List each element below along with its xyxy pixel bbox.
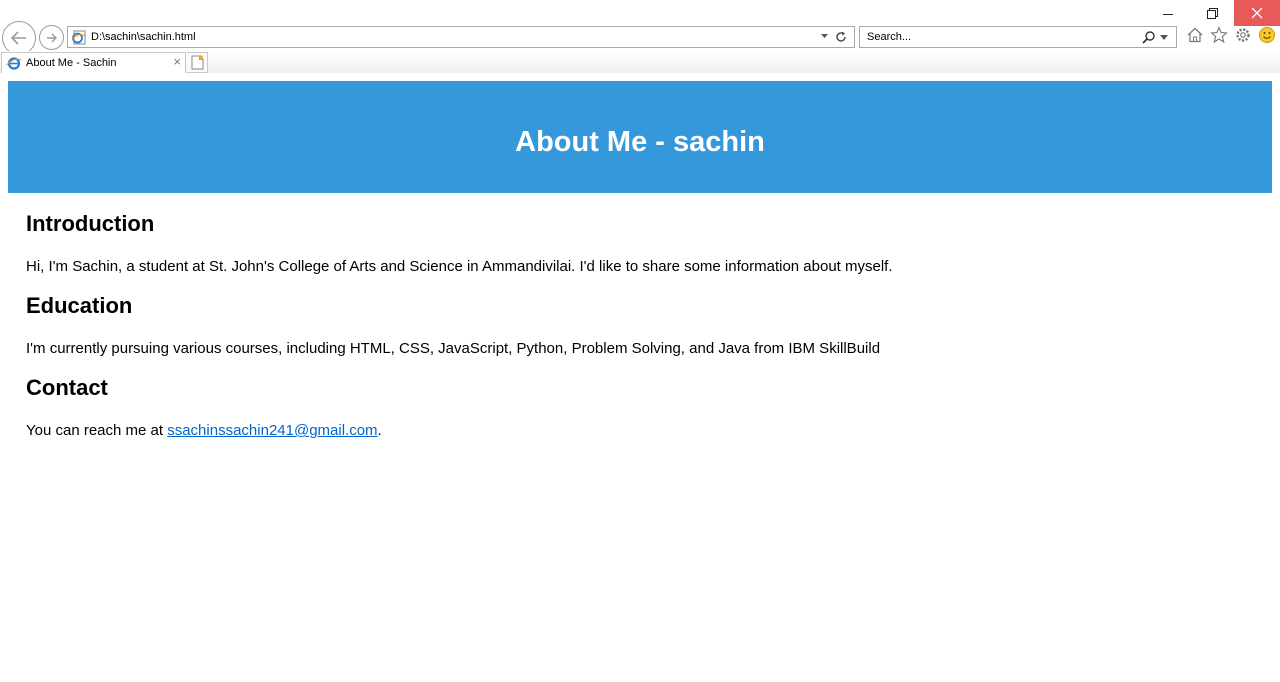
contact-suffix: . xyxy=(377,422,382,439)
home-icon[interactable] xyxy=(1186,26,1204,44)
introduction-heading: Introduction xyxy=(26,211,155,236)
introduction-text: Hi, I'm Sachin, a student at St. John's … xyxy=(26,258,893,275)
contact-section: Contact You can reach me at ssachinssach… xyxy=(26,375,1256,440)
minimize-icon xyxy=(1163,13,1173,15)
smiley-feedback-icon[interactable] xyxy=(1258,26,1276,44)
tab-close-button[interactable]: × xyxy=(173,55,181,69)
refresh-icon[interactable] xyxy=(834,30,848,44)
education-section: Education I'm currently pursuing various… xyxy=(26,293,1256,358)
introduction-section: Introduction Hi, I'm Sachin, a student a… xyxy=(26,211,1256,276)
back-button[interactable] xyxy=(2,21,36,55)
page-header: About Me - sachin xyxy=(8,81,1272,193)
address-bar[interactable]: D:\sachin\sachin.html xyxy=(67,26,855,48)
search-icon[interactable] xyxy=(1142,30,1156,44)
restore-button[interactable] xyxy=(1190,0,1234,26)
contact-prefix: You can reach me at xyxy=(26,422,168,439)
contact-heading: Contact xyxy=(26,375,108,400)
tab-strip: About Me - Sachin × xyxy=(0,51,1280,73)
forward-arrow-icon xyxy=(46,33,57,42)
forward-button[interactable] xyxy=(39,25,64,50)
page-title: About Me - sachin xyxy=(515,126,765,158)
contact-text: You can reach me at ssachinssachin241@gm… xyxy=(26,422,1256,440)
browser-chrome: D:\sachin\sachin.html Search... About Me… xyxy=(0,0,1280,74)
page-content: Introduction Hi, I'm Sachin, a student a… xyxy=(26,194,1256,440)
address-text: D:\sachin\sachin.html xyxy=(91,31,196,43)
search-placeholder: Search... xyxy=(867,31,912,43)
back-arrow-icon xyxy=(10,31,26,45)
minimize-button[interactable] xyxy=(1146,0,1190,26)
education-text: I'm currently pursuing various courses, … xyxy=(26,340,881,357)
tab-about-me[interactable]: About Me - Sachin × xyxy=(1,52,186,73)
education-heading: Education xyxy=(26,293,133,318)
toolbar-icons xyxy=(1186,26,1276,44)
page-icon xyxy=(71,30,87,45)
page-viewport: About Me - sachin Introduction Hi, I'm S… xyxy=(0,74,1280,682)
search-dropdown-icon[interactable] xyxy=(1160,35,1168,40)
window-controls xyxy=(1146,0,1280,26)
close-icon xyxy=(1251,7,1263,19)
close-window-button[interactable] xyxy=(1234,0,1280,26)
gear-icon[interactable] xyxy=(1234,26,1252,44)
new-tab-button[interactable] xyxy=(187,52,208,73)
tab-title: About Me - Sachin xyxy=(26,57,117,69)
search-box[interactable]: Search... xyxy=(859,26,1177,48)
favorites-star-icon[interactable] xyxy=(1210,26,1228,44)
new-tab-icon xyxy=(191,55,203,70)
ie-logo-icon xyxy=(6,57,22,70)
address-dropdown-icon[interactable] xyxy=(820,33,829,39)
restore-icon xyxy=(1207,8,1218,19)
email-link[interactable]: ssachinssachin241@gmail.com xyxy=(167,422,377,439)
